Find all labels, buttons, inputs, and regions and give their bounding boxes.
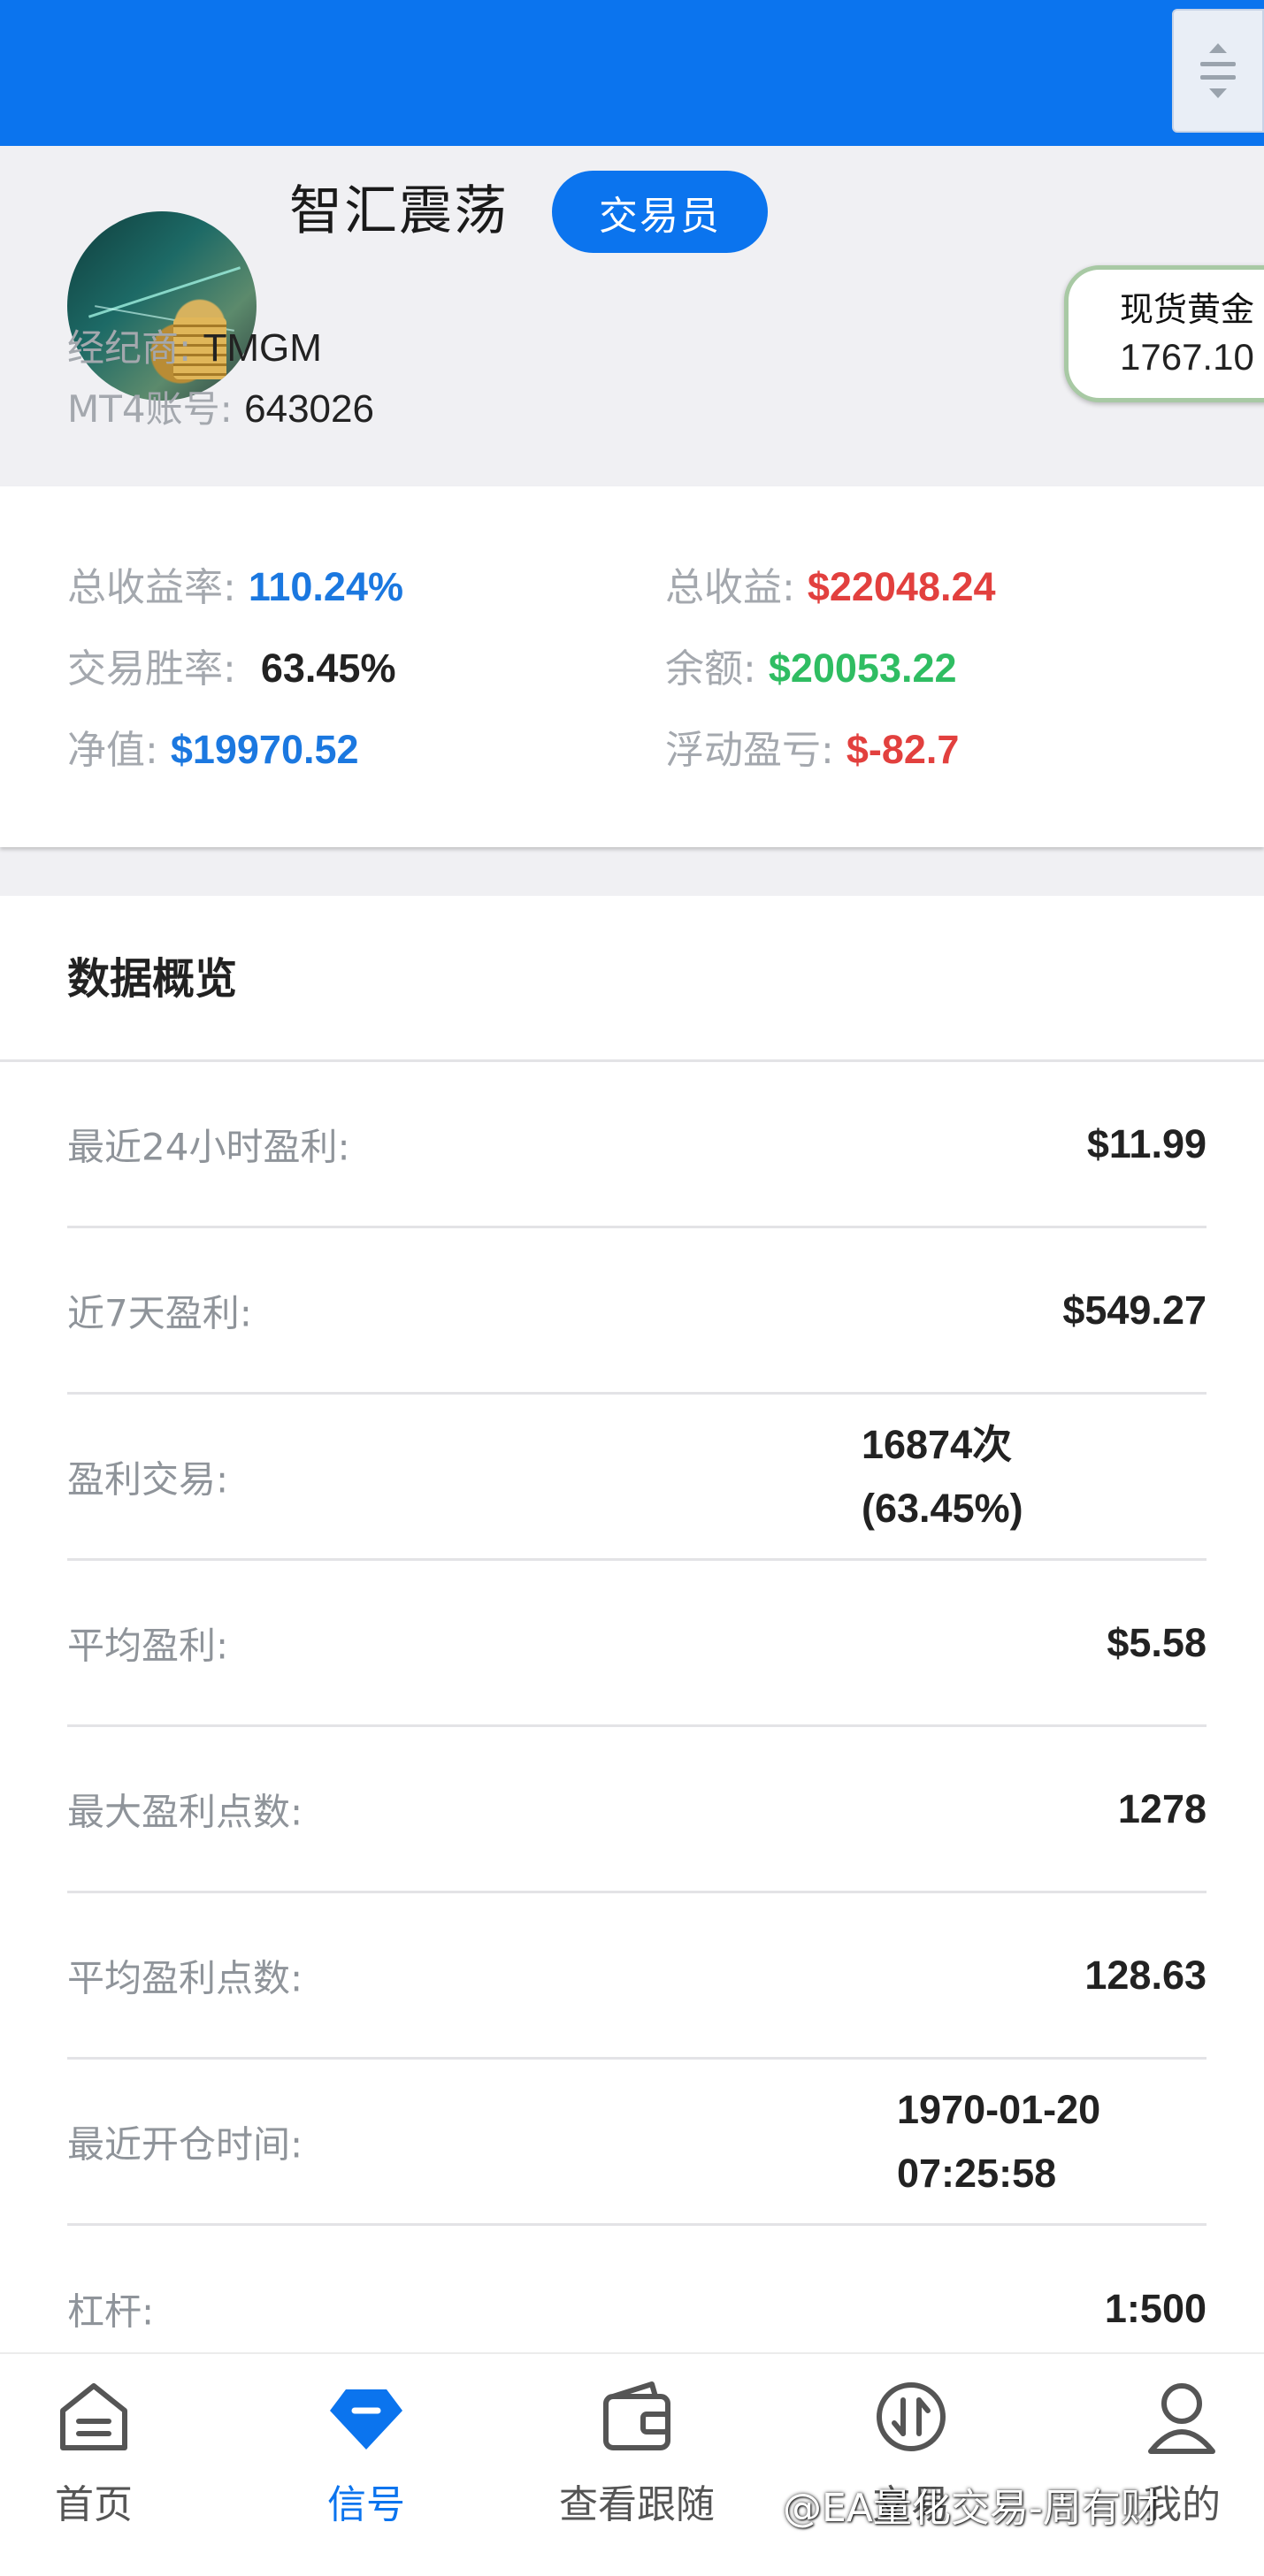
broker-row: 经纪商: TMGM: [67, 318, 322, 372]
row-value: $549.27: [1062, 1287, 1207, 1333]
win-rate: 交易胜率: 63.45%: [67, 637, 395, 693]
list-item: 平均盈利: $5.58: [67, 1561, 1207, 1727]
tab-label: 查看跟随: [559, 2482, 715, 2527]
tab-home[interactable]: 首页: [5, 2377, 182, 2529]
total-return-rate: 总收益率: 110.24%: [67, 555, 403, 612]
arrow-up-icon: [1209, 43, 1227, 53]
row-value-line: 1970-01-20: [897, 2086, 1101, 2132]
list-item: 近7天盈利: $549.27: [67, 1228, 1207, 1395]
trader-name: 智汇震荡: [289, 180, 509, 242]
equity-value: $19970.52: [170, 727, 359, 772]
list-item: 最大盈利点数: 1278: [67, 1727, 1207, 1893]
row-label: 近7天盈利:: [67, 1291, 252, 1334]
overview-title: 数据概览: [67, 954, 238, 1004]
balance-value: $20053.22: [768, 646, 957, 691]
row-value-line: 16874次: [862, 1421, 1013, 1467]
row-label: 平均盈利点数:: [67, 1956, 303, 1999]
row-value: 16874次 (63.45%): [862, 1413, 1136, 1540]
tab-label: 首页: [55, 2482, 133, 2527]
handle-bar: [1200, 75, 1236, 80]
floating-pnl: 浮动盈亏: $-82.7: [665, 718, 959, 775]
row-label: 最近开仓时间:: [67, 2122, 303, 2166]
floating-pnl-label: 浮动盈亏:: [665, 728, 834, 773]
list-item: 盈利交易: 16874次 (63.45%): [67, 1395, 1207, 1561]
gold-price: 1767.10: [1120, 335, 1254, 378]
list-item: 最近24小时盈利: $11.99: [67, 1062, 1207, 1228]
gold-label: 现货黄金: [1120, 289, 1255, 329]
account-value: 643026: [244, 387, 374, 431]
broker-label: 经纪商:: [67, 326, 192, 370]
row-value: 1970-01-20 07:25:58: [897, 2078, 1207, 2205]
user-icon: [1142, 2377, 1222, 2457]
tab-follow[interactable]: 查看跟随: [548, 2377, 725, 2529]
trader-badge: 交易员: [552, 171, 768, 253]
gold-price-ticker[interactable]: 现货黄金 1767.10: [1064, 265, 1264, 402]
account-label: MT4账号:: [67, 387, 233, 431]
row-label: 最大盈利点数:: [67, 1790, 303, 1833]
equity-label: 净值:: [67, 728, 158, 773]
home-icon: [54, 2377, 134, 2457]
row-value: 1278: [1117, 1785, 1207, 1831]
top-app-bar: [0, 0, 1264, 146]
row-value-line: (63.45%): [862, 1485, 1023, 1531]
trade-icon: [871, 2377, 951, 2457]
total-profit: 总收益: $22048.24: [665, 555, 996, 612]
wallet-icon: [597, 2377, 677, 2457]
balance-label: 余额:: [665, 646, 756, 692]
arrow-down-icon: [1209, 88, 1227, 98]
watermark: @EA量化交易-周有财: [783, 2486, 1160, 2531]
tab-signal[interactable]: 信号: [278, 2377, 455, 2529]
row-label: 杠杆:: [67, 2289, 155, 2334]
bottom-tab-bar: 首页 信号 查看跟随 交易 我的: [0, 2352, 1264, 2576]
row-value-line: 07:25:58: [897, 2150, 1057, 2196]
total-profit-label: 总收益:: [665, 565, 795, 610]
handle-bar: [1200, 62, 1236, 66]
tab-label: 信号: [327, 2482, 405, 2527]
win-rate-label: 交易胜率:: [67, 646, 236, 692]
floating-pnl-value: $-82.7: [846, 727, 960, 772]
list-item: 平均盈利点数: 128.63: [67, 1893, 1207, 2060]
row-value: 1:500: [1104, 2286, 1207, 2331]
row-label: 盈利交易:: [67, 1457, 229, 1501]
list-item: 最近开仓时间: 1970-01-20 07:25:58: [67, 2060, 1207, 2226]
total-return-rate-label: 总收益率:: [67, 565, 236, 610]
stats-panel: 总收益率: 110.24% 总收益: $22048.24 交易胜率: 63.45…: [0, 486, 1264, 847]
row-label: 平均盈利:: [67, 1624, 229, 1667]
balance: 余额: $20053.22: [665, 637, 957, 693]
broker-value: TMGM: [203, 326, 322, 370]
diamond-icon: [326, 2377, 406, 2457]
account-row: MT4账号: 643026: [67, 379, 374, 433]
total-return-rate-value: 110.24%: [248, 564, 403, 609]
row-value: $11.99: [1086, 1120, 1207, 1166]
win-rate-value: 63.45%: [260, 646, 396, 691]
total-profit-value: $22048.24: [807, 564, 996, 609]
row-label: 最近24小时盈利:: [67, 1125, 350, 1168]
row-value: $5.58: [1107, 1619, 1207, 1665]
row-value: 128.63: [1084, 1952, 1207, 1998]
scroll-handle[interactable]: [1172, 9, 1264, 133]
equity: 净值: $19970.52: [67, 718, 359, 775]
data-overview: 数据概览 最近24小时盈利: $11.99 近7天盈利: $549.27 盈利交…: [0, 896, 1264, 2352]
